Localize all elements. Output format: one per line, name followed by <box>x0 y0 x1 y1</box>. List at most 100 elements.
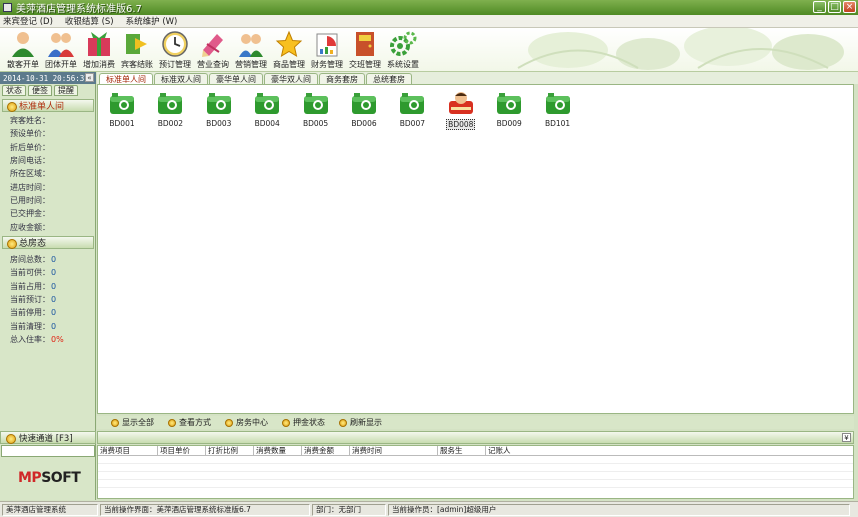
summary-total-rooms: 房间总数： 0 <box>10 255 57 265</box>
table-row[interactable] <box>98 456 853 464</box>
title-bar: 美萍酒店管理系统标准版6.7 _ □ × <box>0 0 858 15</box>
col-waiter[interactable]: 服务生 <box>438 446 486 455</box>
tab-notes[interactable]: 便签 <box>28 85 52 96</box>
field-deposit: 已交押金： <box>10 209 50 219</box>
col-item[interactable]: 消费项目 <box>98 446 158 455</box>
status-system-name: 美萍酒店管理系统 <box>2 503 98 516</box>
window-controls: _ □ × <box>813 1 856 13</box>
vacant-room-icon <box>255 93 280 114</box>
room-tile[interactable]: BD006 <box>344 91 384 131</box>
room-action-bar: 显示全部 查看方式 房务中心 押金状态 刷新显示 <box>97 416 854 429</box>
field-preset-price: 预设单价： <box>10 129 50 139</box>
tool-shift[interactable]: 交班管理 <box>346 28 384 71</box>
deposit-icon <box>282 418 290 427</box>
col-time[interactable]: 消费时间 <box>350 446 438 455</box>
room-tile[interactable]: BD004 <box>247 91 287 131</box>
show-all-button[interactable]: 显示全部 <box>111 417 154 428</box>
quick-channel-header[interactable]: 快速通道 [F3] <box>0 431 96 444</box>
tool-reservation[interactable]: 预订管理 <box>156 28 194 71</box>
leaf-decoration-icon <box>517 28 844 70</box>
room-number: BD005 <box>302 119 329 128</box>
col-amount[interactable]: 消费金额 <box>302 446 350 455</box>
room-number: BD004 <box>254 119 280 128</box>
room-info-header[interactable]: 标准单人间 <box>2 99 94 112</box>
room-summary-header[interactable]: 总房态 <box>2 236 94 249</box>
vacant-room-icon <box>206 93 231 114</box>
vacant-room-icon <box>497 93 522 114</box>
col-quantity[interactable]: 消费数量 <box>254 446 302 455</box>
field-checkin-time: 进店时间： <box>10 182 50 192</box>
clock-icon <box>162 31 188 57</box>
room-tile[interactable]: BD101 <box>538 91 578 131</box>
room-number: BD101 <box>544 119 571 128</box>
menu-bar: 来宾登记 (D) 收银结算 (S) 系统维护 (W) <box>0 15 858 28</box>
tool-marketing[interactable]: 营销管理 <box>232 28 270 71</box>
refresh-button[interactable]: 刷新显示 <box>339 417 382 428</box>
tab-business-suite[interactable]: 商务套房 <box>319 73 365 84</box>
tool-guest-checkout[interactable]: 宾客结账 <box>118 28 156 71</box>
chart-icon <box>316 33 338 57</box>
tab-status[interactable]: 状态 <box>2 85 26 96</box>
room-tile[interactable]: BD001 <box>102 91 142 131</box>
tool-goods[interactable]: 商品管理 <box>270 28 308 71</box>
person-icon <box>12 32 34 57</box>
room-number: BD002 <box>157 119 184 128</box>
vacant-room-icon <box>110 93 134 114</box>
room-type-tabs: 标准单人间 标准双人间 豪华单人间 豪华双人间 商务套房 总统套房 <box>97 72 858 84</box>
col-discount[interactable]: 打折比例 <box>206 446 254 455</box>
tool-walkin-checkin[interactable]: 散客开单 <box>4 28 42 71</box>
col-unit-price[interactable]: 项目单价 <box>158 446 206 455</box>
field-elapsed-time: 已用时间： <box>10 195 50 205</box>
table-row[interactable] <box>98 472 853 480</box>
room-tile[interactable]: BD009 <box>489 91 529 131</box>
housekeeping-center-button[interactable]: 房务中心 <box>225 417 268 428</box>
room-tile[interactable]: BD005 <box>296 91 336 131</box>
quick-channel-input[interactable] <box>1 445 95 457</box>
status-bar: 美萍酒店管理系统 当前操作界面：美萍酒店管理系统标准版6.7 部门：无部门 当前… <box>0 501 858 517</box>
collapse-panel-button[interactable]: « <box>85 73 94 82</box>
people-icon <box>239 34 263 57</box>
expand-icon[interactable]: ¥ <box>842 433 851 442</box>
table-row[interactable] <box>98 464 853 472</box>
close-button[interactable]: × <box>843 1 856 13</box>
tool-settings[interactable]: 系统设置 <box>384 28 422 71</box>
room-tile[interactable]: BD002 <box>150 91 190 131</box>
group-icon <box>48 33 74 57</box>
tab-presidential-suite[interactable]: 总统套房 <box>366 73 412 84</box>
room-tile[interactable]: BD003 <box>199 91 239 131</box>
minimize-button[interactable]: _ <box>813 1 826 13</box>
quick-channel-strip: ¥ <box>97 431 854 444</box>
menu-system[interactable]: 系统维护 (W) <box>126 15 178 27</box>
room-tile[interactable]: BD007 <box>392 91 432 131</box>
deposit-status-button[interactable]: 押金状态 <box>282 417 325 428</box>
table-row[interactable] <box>98 480 853 488</box>
tab-standard-double[interactable]: 标准双人间 <box>154 73 208 84</box>
room-tile[interactable]: BD008 <box>441 91 481 131</box>
room-number: BD009 <box>496 119 522 128</box>
field-amount-due: 应收金额： <box>10 222 50 232</box>
summary-available: 当前可供： 0 <box>10 268 57 278</box>
summary-reserved: 当前预订： 0 <box>10 295 57 305</box>
gift-icon <box>88 32 110 56</box>
window-title: 美萍酒店管理系统标准版6.7 <box>16 4 142 15</box>
tab-standard-single[interactable]: 标准单人间 <box>99 73 153 84</box>
menu-checkout[interactable]: 收银结算 (S) <box>65 15 114 27</box>
tab-deluxe-single[interactable]: 豪华单人间 <box>209 73 263 84</box>
tool-group-checkin[interactable]: 团体开单 <box>42 28 80 71</box>
tool-finance[interactable]: 财务管理 <box>308 28 346 71</box>
view-mode-button[interactable]: 查看方式 <box>168 417 211 428</box>
status-department: 部门：无部门 <box>312 503 386 516</box>
tab-deluxe-double[interactable]: 豪华双人间 <box>264 73 318 84</box>
col-recorder[interactable]: 记账人 <box>486 446 546 455</box>
tab-reminders[interactable]: 提醒 <box>54 85 78 96</box>
maximize-button[interactable]: □ <box>828 1 841 13</box>
room-number: BD006 <box>351 119 377 128</box>
summary-occupancy-rate: 总入住率： 0% <box>10 334 64 344</box>
vacant-room-icon <box>303 93 328 114</box>
menu-guest-register[interactable]: 来宾登记 (D) <box>3 15 53 27</box>
tool-business-query[interactable]: 营业查询 <box>194 28 232 71</box>
room-number: BD008 <box>446 119 476 130</box>
refresh-icon <box>339 418 347 427</box>
field-discount-price: 折后单价： <box>10 142 50 152</box>
tool-add-consumption[interactable]: 增加消费 <box>80 28 118 71</box>
